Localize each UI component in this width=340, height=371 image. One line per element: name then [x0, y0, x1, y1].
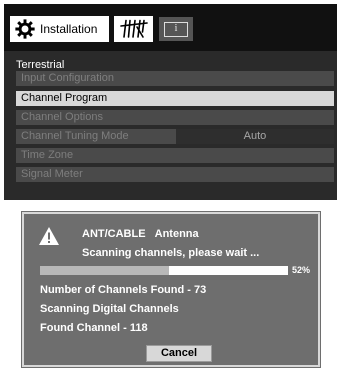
cancel-button[interactable]: Cancel	[146, 345, 212, 362]
menu-item-label: Input Configuration	[21, 72, 114, 84]
warning-icon	[39, 227, 59, 245]
menu-item-channel-tuning-mode: Channel Tuning Mode Auto	[16, 129, 334, 144]
dialog-title: ANT/CABLE Antenna	[82, 228, 199, 240]
menu-item-signal-meter: Signal Meter	[16, 167, 334, 182]
menu-item-time-zone: Time Zone	[16, 148, 334, 163]
menu-item-input-configuration: Input Configuration	[16, 71, 334, 86]
scan-progress-fill	[40, 266, 169, 275]
tuning-mode-value: Auto	[176, 129, 334, 144]
gear-icon	[15, 19, 35, 39]
dialog-input: Antenna	[154, 228, 199, 240]
dialog-source: ANT/CABLE	[82, 228, 146, 240]
scan-status: Scanning channels, please wait ...	[82, 247, 260, 259]
scan-type: Scanning Digital Channels	[40, 303, 179, 315]
found-channel: Found Channel - 118	[40, 322, 148, 334]
menu-item-label: Time Zone	[21, 149, 74, 161]
tab-installation[interactable]: Installation	[10, 16, 109, 42]
installation-label: Installation	[40, 22, 98, 36]
section-title: Terrestrial	[16, 59, 65, 71]
scan-progress-percent: 52%	[292, 265, 311, 275]
channels-found-count: Number of Channels Found - 73	[40, 284, 207, 296]
menu-header: Installation i	[4, 4, 337, 51]
info-icon: i	[164, 21, 188, 37]
tab-info[interactable]: i	[159, 17, 193, 41]
menu-item-label: Signal Meter	[21, 168, 83, 180]
menu-item-channel-program[interactable]: Channel Program	[16, 91, 334, 106]
menu-item-channel-options: Channel Options	[16, 110, 334, 125]
menu-item-label: Channel Program	[21, 92, 108, 104]
menu-item-label: Channel Tuning Mode	[21, 130, 129, 142]
scan-progress-bar	[40, 266, 288, 275]
antenna-icon	[119, 19, 148, 38]
menu-item-label: Channel Options	[21, 111, 103, 123]
installation-menu: Installation i Terrestrial Input Configu…	[4, 4, 337, 200]
scan-dialog: ANT/CABLE Antenna Scanning channels, ple…	[21, 211, 321, 368]
tab-antenna[interactable]	[114, 16, 153, 42]
